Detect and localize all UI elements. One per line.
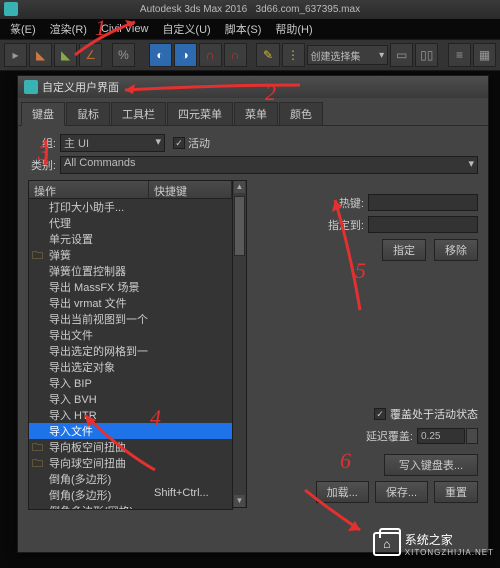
action-list[interactable]: 操作 快捷键 打印大小助手...代理单元设置🗀弹簧弹簧位置控制器导出 MassF… — [28, 180, 233, 510]
toolbar-selection-set-dropdown[interactable]: 创建选择集▾ — [307, 45, 389, 65]
table-row[interactable]: 导出文件 — [29, 327, 232, 343]
hotkey-label: 热键: — [339, 195, 364, 211]
tool-percent-icon[interactable]: % — [112, 43, 135, 67]
scroll-down-icon[interactable]: ▼ — [234, 495, 245, 507]
right-panel: 热键: 指定到: 指定 移除 ✓ 覆盖处于活动状态 — [247, 180, 478, 510]
delay-spinner[interactable]: 0.25 — [417, 428, 465, 444]
active-checkbox[interactable]: ✓ — [173, 137, 185, 149]
table-row[interactable]: 导入 BVH — [29, 391, 232, 407]
table-row[interactable]: 倒角多边形(网格) — [29, 503, 232, 510]
main-toolbar: ▸ ◣ ◣ ∠ % ◐ ◑ ∩ ∩ ✎ ⋮ 创建选择集▾ ▭ ▯▯ ≡ ▦ — [0, 39, 500, 71]
hotkey-input[interactable] — [368, 194, 478, 211]
table-row[interactable]: 倒角(多边形) — [29, 471, 232, 487]
group-select[interactable]: 主 UI▾ — [60, 134, 165, 152]
assigned-label: 指定到: — [328, 217, 364, 233]
menu-civilview[interactable]: Civil View — [95, 21, 154, 37]
app-title: Autodesk 3ds Max 2016 3d66.com_637395.ma… — [140, 4, 360, 15]
table-row[interactable]: 导出 MassFX 场景 — [29, 279, 232, 295]
tool-edit-icon[interactable]: ✎ — [256, 43, 279, 67]
active-checkbox-wrap[interactable]: ✓ 活动 — [173, 135, 210, 151]
tool-shoe1-icon[interactable]: ◐ — [149, 43, 172, 67]
tool-graph-icon[interactable]: ▦ — [473, 43, 496, 67]
tab-quadmenu[interactable]: 四元菜单 — [167, 102, 233, 126]
menu-help[interactable]: 帮助(H) — [269, 19, 318, 39]
list-header-action[interactable]: 操作 — [29, 181, 149, 198]
table-row[interactable]: 导出 vrmat 文件 — [29, 295, 232, 311]
table-row[interactable]: 导入文件 — [29, 423, 232, 439]
tool-layers-icon[interactable]: ≡ — [448, 43, 471, 67]
list-scrollbar[interactable]: ▲ ▼ — [233, 180, 247, 508]
table-row[interactable]: 打印大小助手... — [29, 199, 232, 215]
tool-window-icon[interactable]: ▭ — [390, 43, 413, 67]
overwrite-checkbox[interactable]: ✓ — [374, 408, 386, 420]
table-row[interactable]: 代理 — [29, 215, 232, 231]
tab-mouse[interactable]: 鼠标 — [66, 102, 110, 126]
write-keyboard-button[interactable]: 写入键盘表... — [384, 454, 478, 476]
tab-menu[interactable]: 菜单 — [234, 102, 278, 126]
watermark-sub: XITONGZHIJIA.NET — [405, 548, 494, 557]
app-titlebar: Autodesk 3ds Max 2016 3d66.com_637395.ma… — [0, 0, 500, 19]
assign-button[interactable]: 指定 — [382, 239, 426, 261]
tool-shoe2-icon[interactable]: ◑ — [174, 43, 197, 67]
customize-ui-dialog: 自定义用户界面 键盘 鼠标 工具栏 四元菜单 菜单 颜色 组: 主 UI▾ ✓ … — [17, 75, 489, 553]
scroll-up-icon[interactable]: ▲ — [234, 181, 245, 193]
tool-magnet-icon[interactable]: ∩ — [199, 43, 222, 67]
overwrite-label: 覆盖处于活动状态 — [390, 406, 478, 422]
table-row[interactable]: 导出选定对象 — [29, 359, 232, 375]
menu-render[interactable]: 渲染(R) — [44, 19, 93, 39]
table-row[interactable]: 导出选定的网格到一... — [29, 343, 232, 359]
watermark-logo-icon: ⌂ — [373, 532, 401, 556]
table-row[interactable]: 🗀导向板空间扭曲 — [29, 439, 232, 455]
table-row[interactable]: 倒角(多边形)Shift+Ctrl... — [29, 487, 232, 503]
delay-spin-buttons[interactable] — [466, 428, 478, 444]
tool-dots-icon[interactable]: ⋮ — [282, 43, 305, 67]
tab-keyboard[interactable]: 键盘 — [21, 102, 65, 126]
category-select[interactable]: All Commands▾ — [60, 156, 478, 174]
menu-edit[interactable]: 篆(E) — [10, 19, 42, 39]
table-row[interactable]: 导入 BIP — [29, 375, 232, 391]
reset-button[interactable]: 重置 — [434, 481, 478, 503]
watermark-brand: 系统之家 — [405, 531, 494, 548]
load-button[interactable]: 加载... — [316, 481, 369, 503]
delay-label: 延迟覆盖: — [366, 428, 413, 444]
table-row[interactable]: 🗀弹簧 — [29, 247, 232, 263]
tab-toolbar[interactable]: 工具栏 — [111, 102, 166, 126]
list-header: 操作 快捷键 — [29, 181, 232, 199]
table-row[interactable]: 导入 HTR — [29, 407, 232, 423]
dialog-titlebar[interactable]: 自定义用户界面 — [18, 76, 488, 98]
tool-angle-icon[interactable]: ∠ — [79, 43, 102, 67]
tab-color[interactable]: 颜色 — [279, 102, 323, 126]
tool-flag-icon[interactable]: ▸ — [4, 43, 27, 67]
remove-button[interactable]: 移除 — [434, 239, 478, 261]
list-body[interactable]: 打印大小助手...代理单元设置🗀弹簧弹簧位置控制器导出 MassFX 场景导出 … — [29, 199, 232, 510]
group-label: 组: — [28, 135, 60, 151]
save-button[interactable]: 保存... — [375, 481, 428, 503]
table-row[interactable]: 单元设置 — [29, 231, 232, 247]
main-menubar: 篆(E) 渲染(R) Civil View 自定义(U) 脚本(S) 帮助(H) — [0, 19, 500, 39]
tool-bookmark-icon[interactable]: ◣ — [29, 43, 52, 67]
app-logo-icon — [4, 2, 18, 16]
list-header-shortcut[interactable]: 快捷键 — [149, 181, 232, 198]
tool-marker-icon[interactable]: ◣ — [54, 43, 77, 67]
table-row[interactable]: 导出当前视图到一个... — [29, 311, 232, 327]
assigned-input[interactable] — [368, 216, 478, 233]
menu-customize[interactable]: 自定义(U) — [156, 19, 216, 39]
menu-script[interactable]: 脚本(S) — [219, 19, 268, 39]
dialog-tabs: 键盘 鼠标 工具栏 四元菜单 菜单 颜色 — [18, 102, 488, 126]
table-row[interactable]: 弹簧位置控制器 — [29, 263, 232, 279]
dialog-title-text: 自定义用户界面 — [42, 79, 119, 95]
tool-mirror-icon[interactable]: ▯▯ — [415, 43, 438, 67]
category-label: 类别: — [28, 157, 60, 173]
table-row[interactable]: 🗀导向球空间扭曲 — [29, 455, 232, 471]
scroll-thumb[interactable] — [234, 196, 245, 256]
tool-magnet2-icon[interactable]: ∩ — [224, 43, 247, 67]
dialog-logo-icon — [24, 80, 38, 94]
tab-panel: 组: 主 UI▾ ✓ 活动 类别: All Commands▾ 操作 快捷键 打… — [18, 125, 488, 551]
watermark: ⌂ 系统之家 XITONGZHIJIA.NET — [373, 531, 494, 557]
